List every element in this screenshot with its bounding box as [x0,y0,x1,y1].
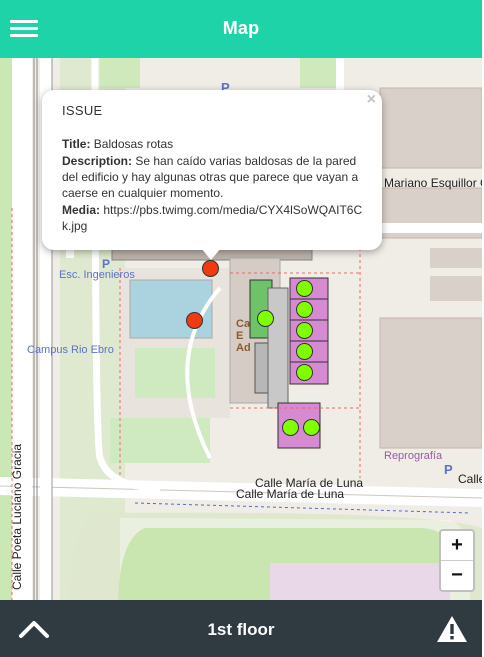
issue-popup: × ISSUE Title: Baldosas rotas Descriptio… [42,90,382,250]
map-label-street-right: Calle [458,472,482,486]
room-marker[interactable] [303,419,320,436]
map-label-street-poeta: Calle Poeta Luciano Gracia [10,443,24,590]
parking-icon: P [102,257,111,271]
room-marker[interactable] [282,419,299,436]
issue-media-row: Media: https://pbs.twimg.com/media/CYX4l… [62,202,364,234]
map-label-campus: Campus Rio Ebro [27,344,114,356]
close-icon[interactable]: × [367,92,376,108]
map-label-building: Ca E Ad [236,318,251,354]
issue-title-label: Title: [62,137,91,151]
room-marker[interactable] [296,301,313,318]
map-label-street-esquillor: Mariano Esquillor Gó [384,176,482,190]
issue-marker[interactable] [202,260,219,277]
room-marker[interactable] [296,364,313,381]
issue-description-row: Description: Se han caído varias baldosa… [62,153,364,201]
room-marker[interactable] [296,322,313,339]
issue-marker[interactable] [186,312,203,329]
popup-tip [201,248,221,260]
top-app-bar: Map [0,0,482,58]
room-marker[interactable] [296,280,313,297]
map-label-esc-ingenieros: Esc. Ingenieros [59,269,135,281]
floor-label: 1st floor [207,620,275,639]
popup-body: Title: Baldosas rotas Description: Se ha… [62,136,364,235]
issue-title-row: Title: Baldosas rotas [62,136,364,152]
zoom-control: + − [439,529,475,592]
bottom-bar: 1st floor [0,600,482,657]
popup-title: ISSUE [62,103,103,118]
warning-icon[interactable] [436,614,468,644]
zoom-out-button[interactable]: − [441,560,473,590]
zoom-in-button[interactable]: + [441,531,473,560]
room-marker[interactable] [296,343,313,360]
parking-icon: P [444,462,453,477]
issue-title-value: Baldosas rotas [93,137,174,151]
map-label-street-maria-luna-2: Calle María de Luna [236,487,345,501]
map-label-reprografia: Reprografía [384,450,443,462]
issue-media-link[interactable]: https://pbs.twimg.com/media/CYX4lSoWQAIT… [62,203,362,233]
app: Map Esc. Ingenieros Campus Rio Ebro Mari… [0,0,482,657]
issue-media-label: Media: [62,203,101,217]
issue-description-label: Description: [62,154,133,168]
room-marker[interactable] [257,310,274,327]
page-title: Map [222,18,260,38]
